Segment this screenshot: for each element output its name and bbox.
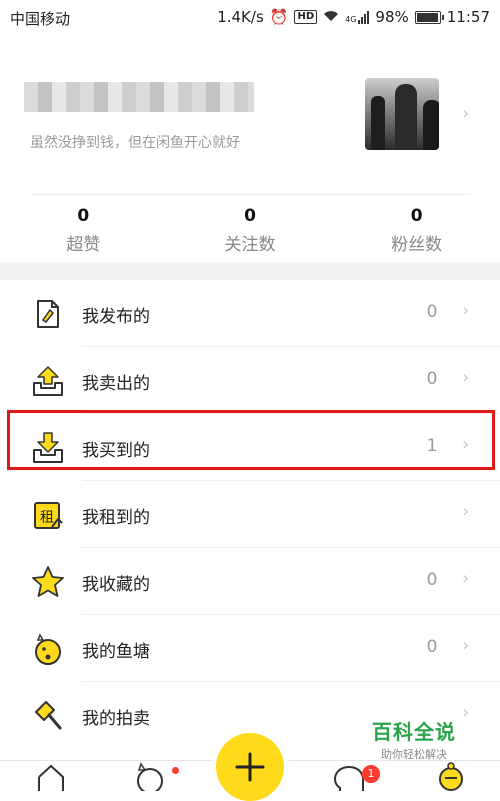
auction-icon <box>30 698 66 734</box>
stat-label: 超赞 <box>66 235 101 255</box>
stat-followers[interactable]: 0 粉丝数 <box>333 200 500 262</box>
highlight-box <box>7 410 495 470</box>
network-speed: 1.4K/s <box>217 8 264 26</box>
chevron-right-icon: › <box>462 702 470 723</box>
watermark: 百科全说 助你轻松解决 <box>366 716 462 762</box>
chevron-right-icon: › <box>462 367 470 388</box>
menu-item-fishpond[interactable]: 我的鱼塘 0 › <box>0 615 500 682</box>
stats-row: 0 超赞 0 关注数 0 粉丝数 <box>0 200 500 262</box>
status-icons: 1.4K/s ⏰ HD 4G 98% 11:57 <box>217 8 490 26</box>
plus-icon <box>235 752 265 782</box>
menu-item-sold[interactable]: 我卖出的 0 › <box>0 347 500 414</box>
star-icon <box>30 564 66 600</box>
stat-label: 关注数 <box>224 235 276 255</box>
chevron-right-icon: › <box>462 501 470 522</box>
rent-icon: 租 <box>30 497 66 533</box>
publish-button[interactable] <box>216 733 284 801</box>
avatar[interactable] <box>365 78 439 150</box>
wifi-icon <box>323 8 339 26</box>
signal-icon: 4G <box>345 10 370 24</box>
notification-dot <box>172 767 179 774</box>
stat-value: 0 <box>77 206 90 226</box>
menu-item-favorites[interactable]: 我收藏的 0 › <box>0 548 500 615</box>
menu-item-label: 我租到的 <box>82 508 150 528</box>
stat-value: 0 <box>410 206 423 226</box>
section-gap <box>0 262 500 280</box>
menu-item-label: 我的鱼塘 <box>82 642 150 662</box>
menu-item-count: 0 <box>426 637 438 657</box>
hd-icon: HD <box>294 10 318 24</box>
menu-item-rented[interactable]: 租 我租到的 › <box>0 481 500 548</box>
message-badge: 1 <box>362 765 380 783</box>
stat-value: 0 <box>244 206 256 226</box>
chevron-right-icon: › <box>462 103 470 124</box>
menu-item-count: 0 <box>426 570 438 590</box>
network-type: 4G <box>345 14 357 24</box>
nickname-blurred <box>24 82 254 112</box>
profile-header[interactable]: 虽然没挣到钱，但在闲鱼开心就好 › <box>0 60 500 190</box>
menu-item-label: 我发布的 <box>82 307 150 327</box>
fishpond-icon <box>30 631 66 667</box>
carrier-name: 中国移动 <box>10 10 71 28</box>
stat-following[interactable]: 0 关注数 <box>167 200 334 262</box>
watermark-title: 百科全说 <box>372 720 456 744</box>
clock: 11:57 <box>446 8 490 26</box>
chevron-right-icon: › <box>462 568 470 589</box>
profile-slogan: 虽然没挣到钱，但在闲鱼开心就好 <box>30 135 240 151</box>
menu-item-count: 0 <box>426 369 438 389</box>
status-bar: 中国移动 1.4K/s ⏰ HD 4G 98% 11:57 <box>0 0 500 34</box>
divider <box>30 194 470 195</box>
sold-icon <box>30 363 66 399</box>
chevron-right-icon: › <box>462 635 470 656</box>
battery-icon <box>414 10 444 24</box>
menu-list: 我发布的 0 › 我卖出的 0 › 我买到的 1 › 租 我租到的 › 我收藏的 <box>0 280 500 749</box>
battery-fill <box>416 12 439 22</box>
menu-item-count: 0 <box>426 302 438 322</box>
battery-percent: 98% <box>375 8 409 26</box>
menu-item-label: 我的拍卖 <box>82 709 150 729</box>
rent-icon-text: 租 <box>40 510 54 526</box>
chevron-right-icon: › <box>462 300 470 321</box>
alarm-icon: ⏰ <box>269 8 289 26</box>
stat-label: 粉丝数 <box>391 235 443 255</box>
publish-icon <box>30 296 66 332</box>
stat-likes[interactable]: 0 超赞 <box>0 200 167 262</box>
menu-item-label: 我收藏的 <box>82 575 150 595</box>
menu-item-label: 我卖出的 <box>82 374 150 394</box>
menu-item-published[interactable]: 我发布的 0 › <box>0 280 500 347</box>
